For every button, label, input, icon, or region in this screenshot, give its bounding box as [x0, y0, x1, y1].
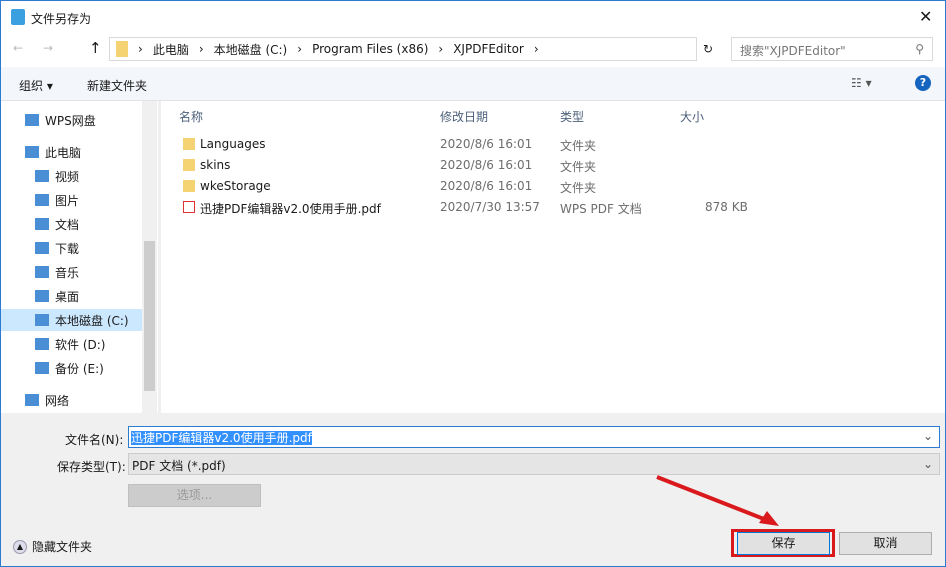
file-row[interactable]: wkeStorage 2020/8/6 16:01 文件夹: [177, 176, 777, 197]
search-icon: ⚲: [915, 42, 924, 56]
file-row[interactable]: skins 2020/8/6 16:01 文件夹: [177, 155, 777, 176]
hide-folders-toggle[interactable]: ▲ 隐藏文件夹: [13, 538, 92, 555]
sidebar-item-label: 文档: [55, 217, 80, 232]
sidebar-item[interactable]: 软件 (D:): [35, 333, 105, 355]
folder-icon: [183, 159, 195, 171]
file-size: 878 KB: [705, 200, 748, 214]
column-name[interactable]: 名称: [179, 108, 203, 125]
options-button[interactable]: 选项...: [128, 484, 261, 507]
file-name: skins: [200, 158, 231, 172]
navigation-pane: WPS网盘此电脑视频图片文档下载音乐桌面本地磁盘 (C:) 软件 (D:) 备份 (…: [1, 101, 158, 413]
download-icon: [35, 242, 49, 254]
file-row[interactable]: 迅捷PDF编辑器v2.0使用手册.pdf 2020/7/30 13:57 WPS P…: [177, 197, 777, 218]
sidebar-item[interactable]: 音乐: [35, 261, 79, 283]
refresh-icon[interactable]: ↻: [703, 42, 713, 56]
file-list: 名称 修改日期 类型 大小 Languages 2020/8/6 16:01 文件夹…: [161, 101, 945, 413]
desktop-icon: [35, 290, 49, 302]
column-size[interactable]: 大小: [680, 108, 704, 125]
window-title: 文件另存为: [31, 12, 92, 26]
sidebar-item[interactable]: 图片: [35, 189, 79, 211]
pdf-icon: [183, 201, 195, 213]
filetype-select[interactable]: PDF 文档 (*.pdf) ⌄: [128, 453, 940, 475]
file-type: 文件夹: [560, 181, 597, 195]
sidebar-item[interactable]: 下载: [35, 237, 79, 259]
toolbar: 组织 ▾ 新建文件夹 ☷ ▾ ?: [1, 67, 945, 101]
drive-icon: [35, 362, 49, 374]
file-name: Languages: [200, 137, 266, 151]
folder-icon: [183, 180, 195, 192]
cancel-button[interactable]: 取消: [839, 532, 932, 555]
file-name: wkeStorage: [200, 179, 271, 193]
title-bar: 文件另存为 ✕: [1, 1, 945, 33]
picture-icon: [35, 194, 49, 206]
sidebar-item[interactable]: 视频: [35, 165, 79, 187]
sidebar-item[interactable]: 本地磁盘 (C:): [1, 309, 142, 331]
sidebar-item[interactable]: 备份 (E:): [35, 357, 104, 379]
save-as-dialog: 文件另存为 ✕ ← → ↑ › 此电脑 › 本地磁盘 (C:) › Program F…: [0, 0, 946, 567]
red-arrow-annotation: [656, 475, 779, 526]
address-bar[interactable]: › 此电脑 › 本地磁盘 (C:) › Program Files (x86) › XJ…: [109, 37, 697, 61]
sidebar-item-label: WPS网盘: [45, 113, 96, 128]
file-date: 2020/8/6 16:01: [440, 158, 533, 172]
file-name: 迅捷PDF编辑器v2.0使用手册.pdf: [200, 202, 381, 216]
sidebar-item-label: 软件 (D:): [55, 337, 106, 352]
folder-icon: [183, 138, 195, 150]
breadcrumb-item[interactable]: XJPDFEditor: [453, 42, 524, 56]
view-icon[interactable]: ☷ ▾: [851, 76, 872, 90]
network-icon: [25, 394, 39, 406]
sidebar-item[interactable]: 文档: [35, 213, 79, 235]
folder-icon: [116, 41, 128, 57]
file-type: 文件夹: [560, 160, 597, 174]
filetype-label: 保存类型(T):: [57, 460, 126, 474]
sidebar-item[interactable]: 此电脑: [25, 141, 81, 163]
filename-label: 文件名(N):: [65, 433, 124, 447]
computer-icon: [25, 146, 39, 158]
file-row[interactable]: Languages 2020/8/6 16:01 文件夹: [177, 134, 777, 155]
sidebar-item-label: 备份 (E:): [55, 361, 104, 376]
file-date: 2020/8/6 16:01: [440, 137, 533, 151]
app-icon: [11, 9, 25, 25]
sidebar-item-label: 网络: [45, 393, 70, 408]
sidebar-item-label: 下载: [55, 241, 80, 256]
breadcrumb-item[interactable]: 本地磁盘 (C:): [214, 41, 288, 58]
navigation-bar: ← → ↑ › 此电脑 › 本地磁盘 (C:) › Program Files (x8…: [1, 33, 945, 67]
breadcrumb-item[interactable]: Program Files (x86): [312, 42, 428, 56]
sidebar-item-label: 本地磁盘 (C:): [55, 313, 129, 328]
sidebar-item-label: 桌面: [55, 289, 80, 304]
cloud-icon: [25, 114, 39, 126]
save-button[interactable]: 保存: [737, 532, 830, 555]
drive-icon: [35, 338, 49, 350]
drive-icon: [35, 314, 49, 326]
file-date: 2020/7/30 13:57: [440, 200, 540, 214]
sidebar-item-label: 视频: [55, 169, 80, 184]
column-date[interactable]: 修改日期: [440, 108, 488, 125]
sidebar-item[interactable]: WPS网盘: [25, 109, 96, 131]
sidebar-item-label: 图片: [55, 193, 80, 208]
back-icon[interactable]: ←: [13, 41, 23, 55]
forward-icon[interactable]: →: [43, 41, 53, 55]
video-icon: [35, 170, 49, 182]
file-date: 2020/8/6 16:01: [440, 179, 533, 193]
sidebar-scrollbar[interactable]: [142, 101, 157, 413]
file-type: WPS PDF 文档: [560, 202, 642, 216]
help-icon[interactable]: ?: [915, 75, 931, 91]
new-folder-button[interactable]: 新建文件夹: [87, 77, 147, 94]
document-icon: [35, 218, 49, 230]
column-headers: 名称 修改日期 类型 大小: [161, 101, 761, 127]
sidebar-item[interactable]: 网络: [25, 389, 69, 411]
sidebar-item-label: 此电脑: [45, 145, 82, 160]
chevron-up-icon: ▲: [13, 539, 27, 554]
column-type[interactable]: 类型: [560, 108, 584, 125]
file-type: 文件夹: [560, 139, 597, 153]
close-icon[interactable]: ✕: [919, 7, 932, 26]
search-input[interactable]: 搜索"XJPDFEditor" ⚲: [731, 37, 933, 61]
breadcrumb-item[interactable]: 此电脑: [153, 41, 189, 58]
sidebar-item[interactable]: 桌面: [35, 285, 79, 307]
filename-input[interactable]: 迅捷PDF编辑器v2.0使用手册.pdf ⌄: [128, 426, 940, 448]
music-icon: [35, 266, 49, 278]
up-icon[interactable]: ↑: [89, 39, 102, 57]
organize-button[interactable]: 组织 ▾: [19, 77, 53, 94]
sidebar-item-label: 音乐: [55, 265, 80, 280]
